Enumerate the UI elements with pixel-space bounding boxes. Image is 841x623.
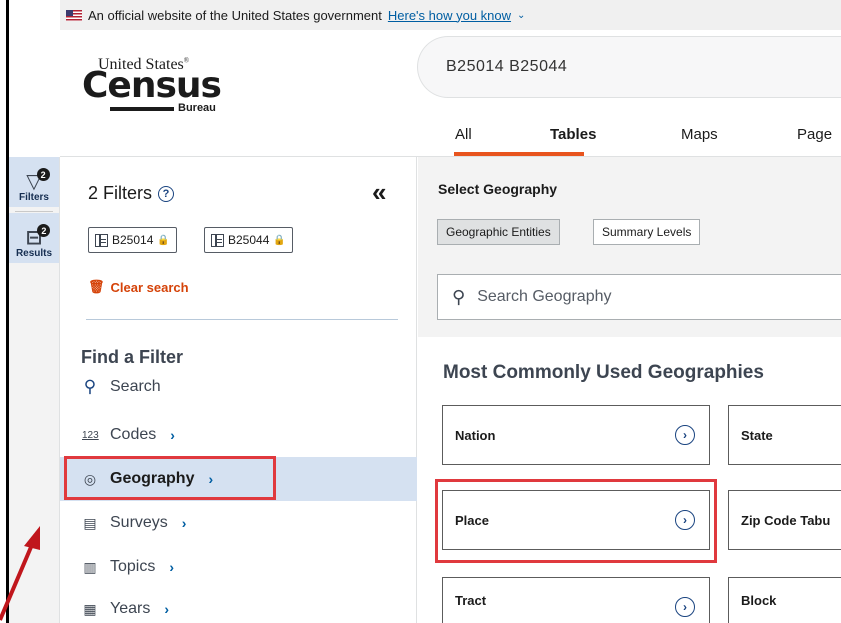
arrow-head <box>24 526 40 550</box>
page: An official website of the United States… <box>0 0 841 623</box>
arrow-shaft <box>0 539 36 621</box>
annotation-arrow <box>0 526 40 621</box>
